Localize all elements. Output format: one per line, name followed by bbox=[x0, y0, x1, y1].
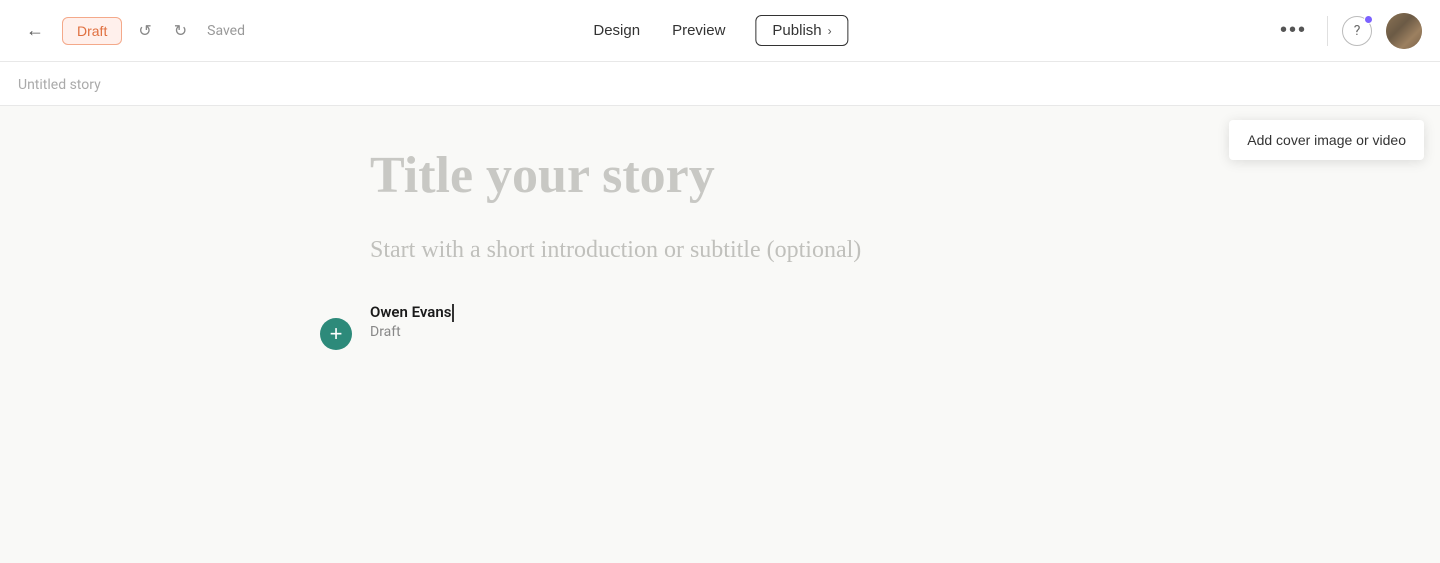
avatar-image bbox=[1386, 13, 1422, 49]
text-cursor bbox=[452, 304, 454, 322]
more-options-button[interactable]: ••• bbox=[1274, 15, 1313, 46]
subtitle-placeholder[interactable]: Start with a short introduction or subti… bbox=[370, 234, 1070, 268]
notification-dot bbox=[1364, 15, 1373, 24]
topbar-right: ••• ? bbox=[1274, 13, 1422, 49]
design-button[interactable]: Design bbox=[591, 18, 642, 43]
publish-button[interactable]: Publish › bbox=[755, 15, 848, 46]
editor-area: Title your story Start with a short intr… bbox=[350, 146, 1090, 340]
topbar-divider bbox=[1327, 16, 1328, 46]
draft-button[interactable]: Draft bbox=[62, 17, 122, 45]
title-placeholder[interactable]: Title your story bbox=[370, 146, 1070, 206]
add-block-button[interactable]: + bbox=[320, 318, 352, 350]
preview-button[interactable]: Preview bbox=[670, 18, 727, 43]
main-content: Add cover image or video Title your stor… bbox=[0, 106, 1440, 562]
author-name: Owen Evans bbox=[370, 303, 1070, 322]
avatar[interactable] bbox=[1386, 13, 1422, 49]
topbar-center: Design Preview Publish › bbox=[591, 15, 848, 46]
topbar: ← Draft ↺ ↻ Saved Design Preview Publish… bbox=[0, 0, 1440, 62]
author-status: Draft bbox=[370, 324, 1070, 340]
author-section: Owen Evans Draft + bbox=[370, 303, 1070, 340]
back-button[interactable]: ← bbox=[18, 16, 52, 45]
redo-button[interactable]: ↻ bbox=[168, 17, 193, 45]
story-title[interactable]: Untitled story bbox=[18, 77, 101, 93]
saved-status: Saved bbox=[207, 23, 245, 39]
publish-chevron-icon: › bbox=[828, 24, 832, 38]
undo-button[interactable]: ↺ bbox=[132, 17, 157, 45]
topbar-left: ← Draft ↺ ↻ Saved bbox=[18, 16, 245, 45]
add-cover-button[interactable]: Add cover image or video bbox=[1229, 120, 1424, 160]
story-title-bar: Untitled story bbox=[0, 62, 1440, 106]
help-button[interactable]: ? bbox=[1342, 16, 1372, 46]
publish-label: Publish bbox=[772, 22, 821, 39]
